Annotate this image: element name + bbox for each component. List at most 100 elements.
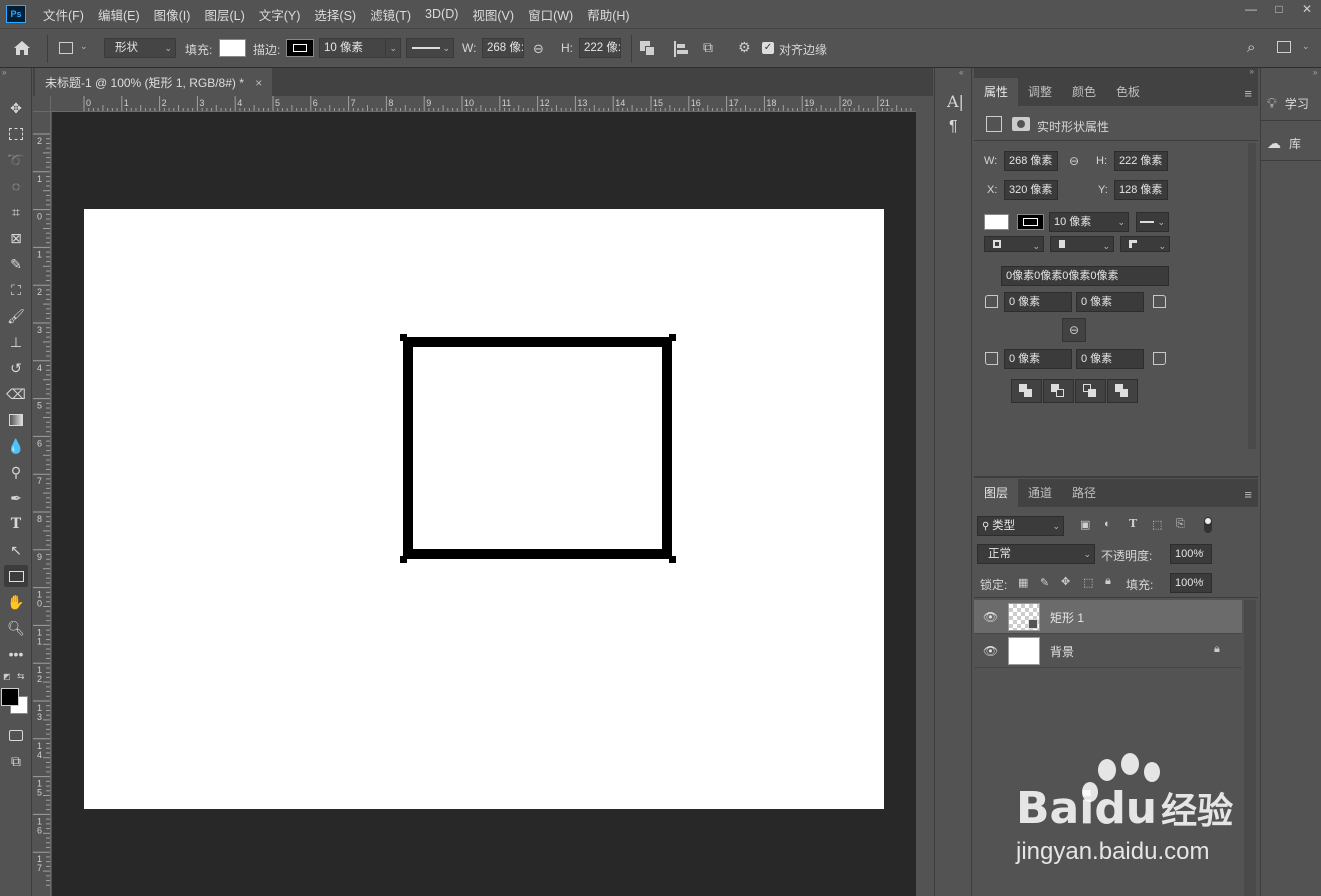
screen-mode-icon[interactable]: ⧉ (4, 750, 28, 772)
exclude-shapes-icon[interactable] (1107, 379, 1138, 403)
paragraph-panel-icon[interactable]: ¶ (949, 118, 958, 136)
menu-help[interactable]: 帮助(H) (580, 5, 636, 24)
opacity-input[interactable]: 100% (1170, 544, 1212, 564)
intersect-shapes-icon[interactable] (1075, 379, 1106, 403)
crop-tool-icon[interactable]: ⌗ (4, 201, 28, 223)
type-layer-filter-icon[interactable]: T (1129, 517, 1137, 530)
combine-shapes-icon[interactable] (1011, 379, 1042, 403)
smart-object-filter-icon[interactable]: ⎘ (1176, 518, 1185, 531)
link-icon[interactable]: ⊖ (1069, 154, 1079, 168)
stroke-type-field[interactable]: ⌄ (1136, 212, 1169, 232)
rectangle-shape[interactable] (403, 337, 672, 559)
fill-swatch[interactable] (219, 39, 246, 57)
transform-handle[interactable] (400, 556, 407, 563)
tab-layers[interactable]: 图层 (974, 479, 1019, 507)
tab-properties[interactable]: 属性 (974, 78, 1019, 106)
corner-top-right-field[interactable]: 0 像素 (1076, 292, 1144, 312)
lock-transparency-icon[interactable]: ▦ (1018, 576, 1028, 589)
corner-radius-all-field[interactable]: 0像素0像素0像素0像素 (1001, 266, 1169, 286)
clone-stamp-tool-icon[interactable]: ⊥ (4, 331, 28, 353)
vertical-scrollbar[interactable] (916, 96, 932, 896)
collapse-icon[interactable]: » (2, 68, 6, 77)
align-edges-checkbox[interactable]: ✓ (762, 42, 774, 54)
gear-icon[interactable]: ⚙ (738, 39, 751, 56)
close-window-button[interactable]: ✕ (1293, 0, 1321, 18)
home-icon[interactable] (12, 39, 34, 59)
panel-menu-icon[interactable]: ≡ (1244, 86, 1252, 101)
eyedropper-tool-icon[interactable]: ✎ (4, 253, 28, 275)
subtract-shapes-icon[interactable] (1043, 379, 1074, 403)
default-colors-icon[interactable]: ◩ (3, 672, 11, 681)
collapse-icon[interactable]: » (1313, 68, 1317, 77)
search-icon[interactable]: ⌕ (1247, 39, 1255, 56)
lasso-tool-icon[interactable]: ➰ (4, 149, 28, 171)
adjustment-layer-filter-icon[interactable]: ◐ (1104, 518, 1111, 530)
menu-type[interactable]: 文字(Y) (252, 5, 308, 24)
more-tools-icon[interactable]: ••• (4, 643, 28, 665)
transform-handle[interactable] (669, 556, 676, 563)
menu-view[interactable]: 视图(V) (465, 5, 521, 24)
lock-artboard-icon[interactable]: ⬚ (1083, 576, 1093, 589)
layer-name[interactable]: 矩形 1 (1050, 609, 1084, 626)
stroke-caps-select[interactable]: ⌄ (1050, 236, 1114, 252)
lock-icon[interactable]: 🔒︎ (1214, 643, 1220, 656)
visibility-eye-icon[interactable]: 👁︎ (983, 644, 998, 658)
y-field[interactable]: 128 像素 (1114, 180, 1168, 200)
mask-properties-icon[interactable] (1012, 117, 1030, 131)
width-input[interactable]: 268 像: (482, 38, 524, 58)
maximize-button[interactable]: □ (1265, 0, 1293, 18)
lock-position-icon[interactable]: ✥ (1061, 575, 1070, 588)
lock-pixels-icon[interactable]: ✎ (1040, 576, 1049, 589)
transform-handle[interactable] (669, 334, 676, 341)
foreground-color-swatch[interactable] (1, 688, 19, 706)
type-tool-icon[interactable]: T (4, 513, 28, 535)
menu-filter[interactable]: 滤镜(T) (363, 5, 418, 24)
tab-swatches[interactable]: 色板 (1106, 78, 1150, 106)
stroke-swatch[interactable] (286, 39, 314, 57)
stroke-corners-select[interactable]: ⌄ (1120, 236, 1170, 252)
character-panel-icon[interactable]: A| (947, 92, 964, 111)
layer-name[interactable]: 背景 (1050, 643, 1074, 660)
corner-top-left-field[interactable]: 0 像素 (1004, 292, 1072, 312)
menu-window[interactable]: 窗口(W) (521, 5, 580, 24)
tab-color[interactable]: 颜色 (1062, 78, 1106, 106)
shape-layer-filter-icon[interactable]: ⬚ (1152, 518, 1162, 531)
tab-channels[interactable]: 通道 (1018, 479, 1062, 507)
pen-tool-icon[interactable]: ✒ (4, 487, 28, 509)
link-corners-icon[interactable]: ⊖ (1062, 318, 1086, 342)
history-brush-tool-icon[interactable]: ↺ (4, 357, 28, 379)
layers-scrollbar[interactable] (1244, 600, 1256, 896)
menu-file[interactable]: 文件(F) (36, 5, 91, 24)
libraries-panel-button[interactable]: ☁︎ 库 (1267, 128, 1301, 158)
stroke-width-input[interactable]: 10 像素 ⌄ (319, 38, 401, 58)
path-arrangement-icon[interactable]: ⧉ (703, 39, 713, 56)
stroke-type-select[interactable]: ⌄ (406, 38, 454, 58)
gradient-tool-icon[interactable] (4, 409, 28, 431)
tab-paths[interactable]: 路径 (1062, 479, 1106, 507)
menu-select[interactable]: 选择(S) (307, 5, 363, 24)
tool-preset-picker[interactable]: ⌄ (56, 39, 94, 59)
dodge-tool-icon[interactable]: ⚲ (4, 461, 28, 483)
collapse-icon[interactable]: « (959, 68, 963, 77)
x-field[interactable]: 320 像素 (1004, 180, 1058, 200)
collapse-icon[interactable]: » (1250, 67, 1254, 76)
path-alignment-icon[interactable] (672, 40, 690, 58)
visibility-eye-icon[interactable]: 👁︎ (983, 610, 998, 624)
pixel-layer-filter-icon[interactable]: ▣ (1080, 518, 1090, 531)
quick-mask-icon[interactable] (4, 724, 28, 746)
chevron-down-icon[interactable]: ⌄ (1198, 545, 1206, 556)
learn-panel-button[interactable]: 💡︎ 学习 (1267, 88, 1309, 118)
tab-adjustments[interactable]: 调整 (1018, 78, 1062, 106)
document-tab[interactable]: 未标题-1 @ 100% (矩形 1, RGB/8#) * × (35, 68, 273, 96)
minimize-button[interactable]: — (1237, 0, 1265, 18)
properties-scrollbar[interactable] (1248, 143, 1256, 449)
link-icon[interactable]: ⊖ (533, 41, 544, 57)
height-field[interactable]: 222 像素 (1114, 151, 1168, 171)
chevron-down-icon[interactable]: ⌄ (1302, 41, 1310, 52)
stroke-width-field[interactable]: 10 像素 ⌄ (1049, 212, 1129, 232)
eraser-tool-icon[interactable]: ⌫ (4, 383, 28, 405)
hand-tool-icon[interactable]: ✋ (4, 591, 28, 613)
transform-handle[interactable] (400, 334, 407, 341)
path-selection-tool-icon[interactable]: ↖ (4, 539, 28, 561)
fill-swatch[interactable] (984, 214, 1009, 230)
